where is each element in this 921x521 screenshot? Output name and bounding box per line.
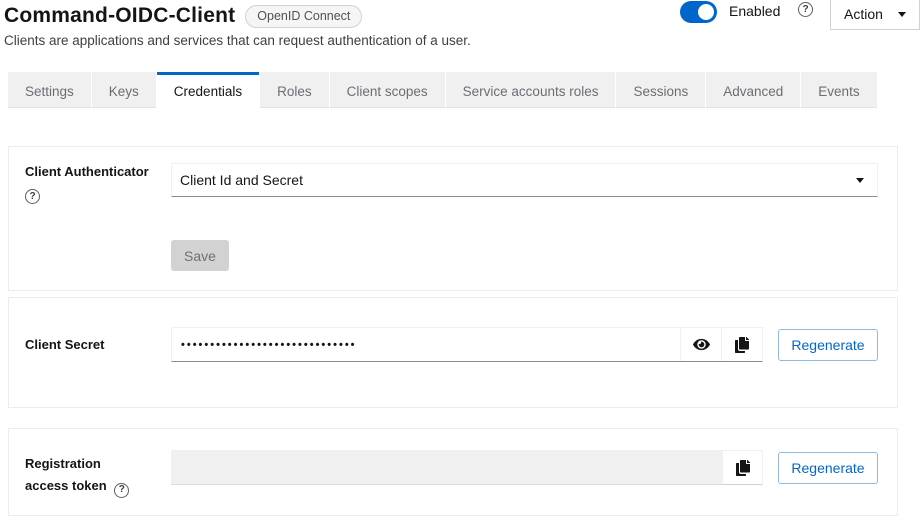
question-glyph: ? (119, 479, 125, 501)
tab-events[interactable]: Events (801, 72, 876, 108)
protocol-badge: OpenID Connect (245, 5, 362, 28)
show-secret-button[interactable] (680, 328, 721, 361)
regenerate-token-button[interactable]: Regenerate (778, 452, 878, 484)
caret-down-icon (856, 178, 864, 183)
enabled-label: Enabled (729, 3, 780, 19)
selected-option: Client Id and Secret (180, 172, 303, 188)
action-label: Action (844, 6, 883, 22)
help-icon[interactable]: ? (114, 483, 129, 498)
copy-icon (735, 337, 749, 353)
enabled-toggle[interactable] (680, 1, 717, 23)
help-icon[interactable]: ? (25, 189, 40, 204)
tab-credentials[interactable]: Credentials (157, 72, 259, 108)
header: Command-OIDC-Client OpenID Connect (4, 0, 362, 32)
tab-sessions[interactable]: Sessions (616, 72, 705, 108)
caret-down-icon (898, 12, 906, 17)
client-secret-field[interactable]: •••••••••••••••••••••••••••••• (172, 328, 680, 361)
client-secret-card: Client Secret ••••••••••••••••••••••••••… (8, 297, 898, 408)
regenerate-secret-button[interactable]: Regenerate (778, 329, 878, 361)
tab-keys[interactable]: Keys (92, 72, 156, 108)
client-details-page: Command-OIDC-Client OpenID Connect Clien… (0, 0, 921, 521)
eye-icon (693, 337, 710, 352)
copy-icon (736, 460, 750, 476)
page-subtitle: Clients are applications and services th… (4, 33, 471, 48)
tab-bar: Settings Keys Credentials Roles Client s… (8, 72, 878, 108)
client-secret-label: Client Secret (25, 337, 104, 352)
copy-secret-button[interactable] (721, 328, 762, 361)
question-glyph: ? (802, 4, 808, 15)
toggle-knob (698, 4, 714, 20)
client-secret-input-group: •••••••••••••••••••••••••••••• (171, 327, 763, 362)
tab-roles[interactable]: Roles (260, 72, 329, 108)
client-authenticator-card: Client Authenticator ? Client Id and Sec… (8, 146, 898, 291)
client-authenticator-select[interactable]: Client Id and Secret (171, 163, 878, 197)
tab-service-accounts-roles[interactable]: Service accounts roles (446, 72, 616, 108)
copy-token-button[interactable] (722, 450, 763, 485)
registration-token-field (171, 450, 722, 485)
registration-token-card: Registration access token ? Regenerate (8, 428, 898, 516)
tab-settings[interactable]: Settings (8, 72, 91, 108)
page-title: Command-OIDC-Client (4, 4, 235, 28)
client-authenticator-label: Client Authenticator (25, 164, 149, 179)
registration-token-label: Registration access token ? (25, 453, 147, 498)
help-icon[interactable]: ? (798, 2, 813, 17)
tab-advanced[interactable]: Advanced (706, 72, 800, 108)
save-button[interactable]: Save (171, 240, 229, 271)
question-glyph: ? (29, 191, 35, 202)
tab-client-scopes[interactable]: Client scopes (330, 72, 445, 108)
action-dropdown[interactable]: Action (830, 0, 920, 30)
